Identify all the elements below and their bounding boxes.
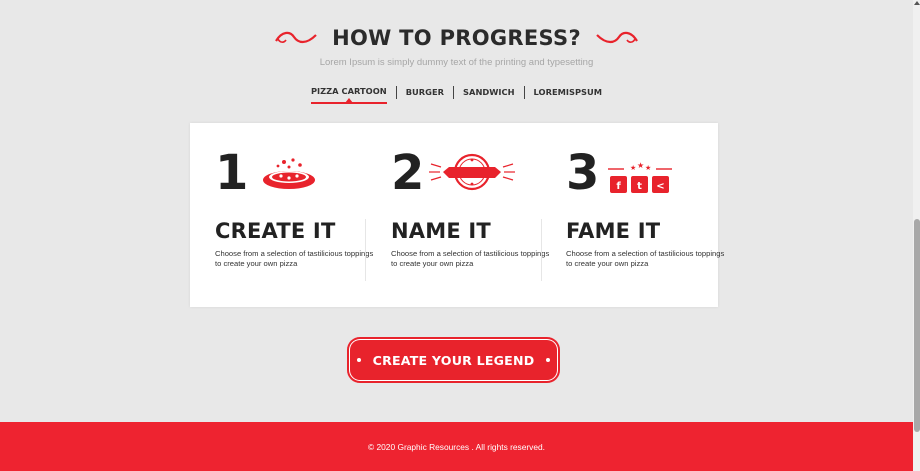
page-title: HOW TO PROGRESS?: [332, 26, 581, 50]
social-share-icon: ★ ★ ★ f t <: [608, 161, 672, 193]
page-subtitle: Lorem Ipsum is simply dummy text of the …: [319, 57, 594, 68]
step-divider: [541, 219, 542, 281]
step-description: Choose from a selection of tastilicious …: [566, 249, 725, 268]
tab-separator: [453, 85, 455, 99]
step-number: 2: [391, 145, 425, 201]
vertical-scrollbar[interactable]: [913, 0, 920, 471]
tab-loremispsum[interactable]: LOREMISPSUM: [534, 85, 602, 103]
svg-text:★: ★: [630, 164, 636, 172]
left-swirl-icon: [275, 31, 317, 44]
step-number: 3: [566, 145, 600, 201]
copyright-text: © 2020 Graphic Resources . All rights re…: [367, 441, 545, 452]
step-description: Choose from a selection of tastilicious …: [391, 249, 550, 268]
cta-dot-left: [357, 358, 361, 362]
step-title: CREATE IT: [215, 219, 336, 243]
scrollbar-thumb[interactable]: [914, 219, 920, 432]
cta-wrapper: CREATE YOUR LEGEND: [347, 337, 560, 383]
category-tabs: PIZZA CARTOON BURGER SANDWICH LOREMISPSU…: [0, 84, 913, 104]
step-description: Choose from a selection of tastilicious …: [215, 249, 374, 268]
step-fame: 3 ★ ★ ★ f t < FAME IT Choose from a sele…: [566, 123, 736, 307]
steps-card: 1 CREATE IT Choose from a selection of t…: [190, 123, 724, 307]
section-heading: HOW TO PROGRESS?: [0, 26, 913, 50]
share-icon: <: [656, 181, 664, 192]
step-name: 2 NAME IT Choose from a selection of tas…: [391, 123, 561, 307]
cta-dot-right: [546, 358, 550, 362]
badge-ribbon-icon: [429, 153, 515, 191]
tab-separator: [523, 85, 525, 99]
tab-burger[interactable]: BURGER: [406, 85, 444, 103]
page: HOW TO PROGRESS? Lorem Ipsum is simply d…: [0, 0, 913, 471]
cta-label: CREATE YOUR LEGEND: [372, 352, 535, 368]
twitter-icon: t: [637, 181, 642, 192]
scroll-up-icon[interactable]: [914, 1, 920, 5]
right-swirl-icon: [596, 31, 638, 44]
pizza-icon: [263, 158, 315, 189]
step-title: NAME IT: [391, 219, 491, 243]
tab-sandwich[interactable]: SANDWICH: [463, 85, 515, 103]
tab-separator: [395, 85, 397, 99]
facebook-icon: f: [616, 181, 621, 192]
step-number: 1: [215, 145, 249, 201]
step-divider: [365, 219, 366, 281]
tab-pizza-cartoon[interactable]: PIZZA CARTOON: [310, 84, 387, 104]
svg-text:★: ★: [637, 161, 644, 170]
footer: © 2020 Graphic Resources . All rights re…: [0, 422, 913, 471]
svg-text:★: ★: [645, 164, 651, 172]
create-legend-button[interactable]: CREATE YOUR LEGEND: [347, 337, 560, 383]
step-title: FAME IT: [566, 219, 661, 243]
step-create: 1 CREATE IT Choose from a selection of t…: [215, 123, 385, 307]
